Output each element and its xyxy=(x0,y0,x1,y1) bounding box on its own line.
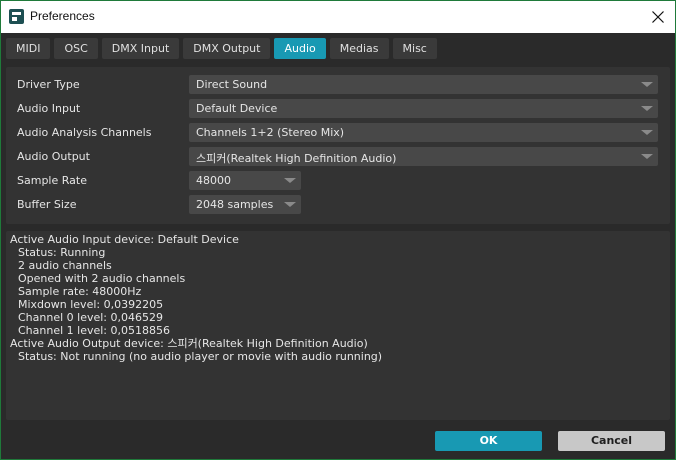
tab-midi[interactable]: MIDI xyxy=(6,38,51,59)
buffer-size-label: Buffer Size xyxy=(17,198,77,211)
analysis-channels-label: Audio Analysis Channels xyxy=(17,126,152,139)
close-button[interactable] xyxy=(643,1,673,33)
log-line: Mixdown level: 0,0392205 xyxy=(18,298,164,311)
sample-rate-select[interactable]: 48000 xyxy=(189,171,301,190)
chevron-down-icon xyxy=(284,202,296,207)
log-line: Channel 0 level: 0,046529 xyxy=(18,311,163,324)
analysis-channels-row: Audio Analysis Channels Channels 1+2 (St… xyxy=(6,123,670,143)
audio-input-select[interactable]: Default Device xyxy=(189,99,658,118)
log-line: Status: Not running (no audio player or … xyxy=(18,350,383,363)
log-line: Active Audio Output device: 스피커(Realtek … xyxy=(10,337,368,350)
preferences-window: Preferences MIDI OSC DMX Input DMX Outpu… xyxy=(0,0,676,460)
tab-bar: MIDI OSC DMX Input DMX Output Audio Medi… xyxy=(6,38,437,59)
audio-output-select[interactable]: 스피커(Realtek High Definition Audio) xyxy=(189,147,658,166)
audio-output-label: Audio Output xyxy=(17,150,90,163)
chevron-down-icon xyxy=(641,82,653,87)
log-line: Status: Running xyxy=(18,246,106,259)
sample-rate-label: Sample Rate xyxy=(17,174,87,187)
tab-misc[interactable]: Misc xyxy=(392,38,437,59)
buffer-size-select[interactable]: 2048 samples xyxy=(189,195,301,214)
chevron-down-icon xyxy=(641,130,653,135)
close-icon xyxy=(652,11,664,23)
log-line: 2 audio channels xyxy=(18,259,112,272)
log-line: Sample rate: 48000Hz xyxy=(18,285,142,298)
tab-dmx-input[interactable]: DMX Input xyxy=(101,38,180,59)
log-line: Opened with 2 audio channels xyxy=(18,272,186,285)
title-bar: Preferences xyxy=(1,1,675,33)
tab-osc[interactable]: OSC xyxy=(54,38,98,59)
tab-audio[interactable]: Audio xyxy=(274,38,326,59)
audio-settings-panel: Driver Type Direct Sound Audio Input Def… xyxy=(6,67,670,224)
chevron-down-icon xyxy=(284,178,296,183)
analysis-channels-select[interactable]: Channels 1+2 (Stereo Mix) xyxy=(189,123,658,142)
log-line: Active Audio Input device: Default Devic… xyxy=(10,233,239,246)
audio-input-label: Audio Input xyxy=(17,102,81,115)
buffer-size-value: 2048 samples xyxy=(196,198,274,211)
buffer-size-row: Buffer Size 2048 samples xyxy=(6,195,670,215)
audio-output-row: Audio Output 스피커(Realtek High Definition… xyxy=(6,147,670,167)
log-line: Channel 1 level: 0,0518856 xyxy=(18,324,170,337)
analysis-channels-value: Channels 1+2 (Stereo Mix) xyxy=(196,126,345,139)
driver-type-select[interactable]: Direct Sound xyxy=(189,75,658,94)
sample-rate-row: Sample Rate 48000 xyxy=(6,171,670,191)
tab-dmx-output[interactable]: DMX Output xyxy=(183,38,271,59)
chevron-down-icon xyxy=(641,106,653,111)
driver-type-value: Direct Sound xyxy=(196,78,268,91)
audio-status-log: Active Audio Input device: Default Devic… xyxy=(6,231,670,420)
window-title: Preferences xyxy=(30,9,95,23)
audio-input-value: Default Device xyxy=(196,102,278,115)
ok-button[interactable]: OK xyxy=(435,431,542,451)
sample-rate-value: 48000 xyxy=(196,174,231,187)
driver-type-row: Driver Type Direct Sound xyxy=(6,75,670,95)
cancel-button[interactable]: Cancel xyxy=(558,431,665,451)
driver-type-label: Driver Type xyxy=(17,78,80,91)
chevron-down-icon xyxy=(641,154,653,159)
tab-medias[interactable]: Medias xyxy=(329,38,389,59)
audio-input-row: Audio Input Default Device xyxy=(6,99,670,119)
audio-output-value: 스피커(Realtek High Definition Audio) xyxy=(196,152,397,165)
app-icon xyxy=(9,9,24,24)
